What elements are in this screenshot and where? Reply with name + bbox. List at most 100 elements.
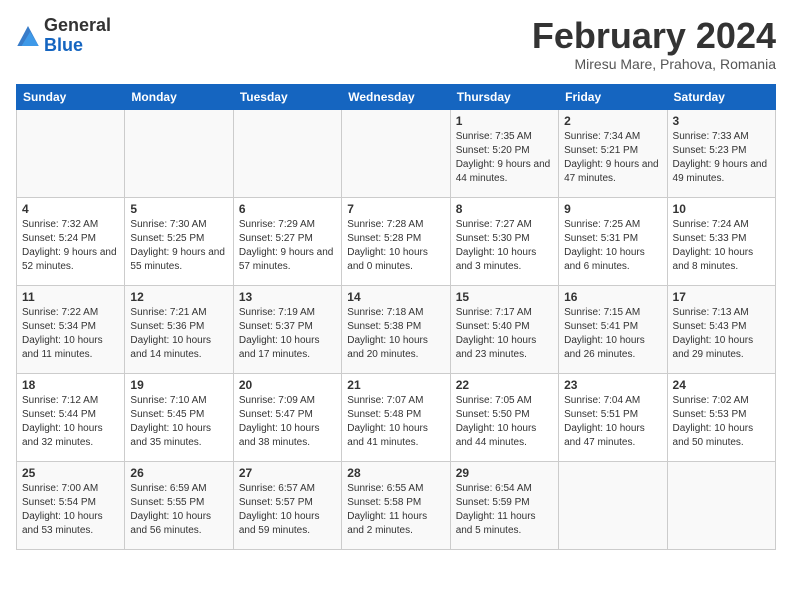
weekday-header-row: SundayMondayTuesdayWednesdayThursdayFrid… xyxy=(17,84,776,109)
day-info: Sunrise: 7:32 AMSunset: 5:24 PMDaylight:… xyxy=(22,218,119,274)
day-info: Sunrise: 6:57 AMSunset: 5:57 PMDaylight:… xyxy=(239,482,336,538)
day-info: Sunrise: 6:55 AMSunset: 5:58 PMDaylight:… xyxy=(347,482,444,538)
day-number: 16 xyxy=(564,290,661,304)
weekday-header-friday: Friday xyxy=(559,84,667,109)
calendar-cell: 24Sunrise: 7:02 AMSunset: 5:53 PMDayligh… xyxy=(667,373,775,461)
day-number: 3 xyxy=(673,114,770,128)
day-info: Sunrise: 7:09 AMSunset: 5:47 PMDaylight:… xyxy=(239,394,336,450)
calendar-cell: 9 Sunrise: 7:25 AMSunset: 5:31 PMDaylight… xyxy=(559,197,667,285)
day-info: Sunrise: 7:10 AMSunset: 5:45 PMDaylight:… xyxy=(130,394,227,450)
day-number: 19 xyxy=(130,378,227,392)
calendar-week-row: 1 Sunrise: 7:35 AMSunset: 5:20 PMDaylight… xyxy=(17,109,776,197)
calendar-cell: 2Sunrise: 7:34 AMSunset: 5:21 PMDaylight… xyxy=(559,109,667,197)
calendar-cell: 22Sunrise: 7:05 AMSunset: 5:50 PMDayligh… xyxy=(450,373,558,461)
calendar-week-row: 11Sunrise: 7:22 AMSunset: 5:34 PMDayligh… xyxy=(17,285,776,373)
day-number: 17 xyxy=(673,290,770,304)
calendar-cell: 25 Sunrise: 7:00 AMSunset: 5:54 PMDayligh… xyxy=(17,461,125,549)
day-number: 2 xyxy=(564,114,661,128)
title-block: February 2024 Miresu Mare, Prahova, Roma… xyxy=(532,16,776,72)
calendar-cell: 14 Sunrise: 7:18 AMSunset: 5:38 PMDayligh… xyxy=(342,285,450,373)
day-info: Sunrise: 7:33 AMSunset: 5:23 PMDaylight:… xyxy=(673,130,770,186)
day-number: 8 xyxy=(456,202,553,216)
day-info: Sunrise: 7:25 AMSunset: 5:31 PMDaylight:… xyxy=(564,218,661,274)
day-info: Sunrise: 7:12 AMSunset: 5:44 PMDaylight:… xyxy=(22,394,119,450)
weekday-header-thursday: Thursday xyxy=(450,84,558,109)
day-info: Sunrise: 7:07 AMSunset: 5:48 PMDaylight:… xyxy=(347,394,444,450)
calendar-week-row: 4 Sunrise: 7:32 AMSunset: 5:24 PMDaylight… xyxy=(17,197,776,285)
day-info: Sunrise: 7:05 AMSunset: 5:50 PMDaylight:… xyxy=(456,394,553,450)
day-info: Sunrise: 7:35 AMSunset: 5:20 PMDaylight:… xyxy=(456,130,553,186)
day-number: 25 xyxy=(22,466,119,480)
day-info: Sunrise: 6:54 AMSunset: 5:59 PMDaylight:… xyxy=(456,482,553,538)
day-info: Sunrise: 7:13 AMSunset: 5:43 PMDaylight:… xyxy=(673,306,770,362)
day-info: Sunrise: 7:18 AMSunset: 5:38 PMDaylight:… xyxy=(347,306,444,362)
day-info: Sunrise: 7:30 AMSunset: 5:25 PMDaylight:… xyxy=(130,218,227,274)
day-number: 10 xyxy=(673,202,770,216)
calendar-cell: 28 Sunrise: 6:55 AMSunset: 5:58 PMDayligh… xyxy=(342,461,450,549)
weekday-header-sunday: Sunday xyxy=(17,84,125,109)
day-number: 9 xyxy=(564,202,661,216)
calendar-cell: 27 Sunrise: 6:57 AMSunset: 5:57 PMDayligh… xyxy=(233,461,341,549)
day-number: 20 xyxy=(239,378,336,392)
calendar-week-row: 18Sunrise: 7:12 AMSunset: 5:44 PMDayligh… xyxy=(17,373,776,461)
day-number: 14 xyxy=(347,290,444,304)
day-info: Sunrise: 7:24 AMSunset: 5:33 PMDaylight:… xyxy=(673,218,770,274)
calendar-cell: 10 Sunrise: 7:24 AMSunset: 5:33 PMDayligh… xyxy=(667,197,775,285)
logo-general-text: General xyxy=(44,15,111,35)
weekday-header-tuesday: Tuesday xyxy=(233,84,341,109)
logo: General Blue xyxy=(16,16,111,56)
weekday-header-wednesday: Wednesday xyxy=(342,84,450,109)
day-number: 11 xyxy=(22,290,119,304)
calendar-cell: 5 Sunrise: 7:30 AMSunset: 5:25 PMDaylight… xyxy=(125,197,233,285)
calendar-cell: 21 Sunrise: 7:07 AMSunset: 5:48 PMDayligh… xyxy=(342,373,450,461)
logo-icon xyxy=(16,26,40,46)
day-info: Sunrise: 7:00 AMSunset: 5:54 PMDaylight:… xyxy=(22,482,119,538)
calendar-cell xyxy=(342,109,450,197)
calendar-cell: 11Sunrise: 7:22 AMSunset: 5:34 PMDayligh… xyxy=(17,285,125,373)
calendar-cell: 13 Sunrise: 7:19 AMSunset: 5:37 PMDayligh… xyxy=(233,285,341,373)
calendar-cell: 26 Sunrise: 6:59 AMSunset: 5:55 PMDayligh… xyxy=(125,461,233,549)
day-info: Sunrise: 7:29 AMSunset: 5:27 PMDaylight:… xyxy=(239,218,336,274)
calendar-cell: 18Sunrise: 7:12 AMSunset: 5:44 PMDayligh… xyxy=(17,373,125,461)
calendar-cell xyxy=(17,109,125,197)
calendar-week-row: 25 Sunrise: 7:00 AMSunset: 5:54 PMDayligh… xyxy=(17,461,776,549)
calendar-cell xyxy=(125,109,233,197)
day-number: 27 xyxy=(239,466,336,480)
day-number: 7 xyxy=(347,202,444,216)
day-number: 1 xyxy=(456,114,553,128)
calendar-cell: 4 Sunrise: 7:32 AMSunset: 5:24 PMDaylight… xyxy=(17,197,125,285)
page-header: General Blue February 2024 Miresu Mare, … xyxy=(16,16,776,72)
calendar-cell: 7 Sunrise: 7:28 AMSunset: 5:28 PMDaylight… xyxy=(342,197,450,285)
calendar-cell: 1 Sunrise: 7:35 AMSunset: 5:20 PMDaylight… xyxy=(450,109,558,197)
day-number: 12 xyxy=(130,290,227,304)
day-number: 5 xyxy=(130,202,227,216)
day-info: Sunrise: 7:17 AMSunset: 5:40 PMDaylight:… xyxy=(456,306,553,362)
day-info: Sunrise: 7:27 AMSunset: 5:30 PMDaylight:… xyxy=(456,218,553,274)
calendar-cell: 29 Sunrise: 6:54 AMSunset: 5:59 PMDayligh… xyxy=(450,461,558,549)
day-number: 28 xyxy=(347,466,444,480)
calendar-cell xyxy=(559,461,667,549)
weekday-header-monday: Monday xyxy=(125,84,233,109)
day-number: 21 xyxy=(347,378,444,392)
day-number: 4 xyxy=(22,202,119,216)
day-info: Sunrise: 7:02 AMSunset: 5:53 PMDaylight:… xyxy=(673,394,770,450)
day-number: 26 xyxy=(130,466,227,480)
day-number: 13 xyxy=(239,290,336,304)
location-text: Miresu Mare, Prahova, Romania xyxy=(532,56,776,72)
day-info: Sunrise: 7:21 AMSunset: 5:36 PMDaylight:… xyxy=(130,306,227,362)
day-info: Sunrise: 7:15 AMSunset: 5:41 PMDaylight:… xyxy=(564,306,661,362)
day-info: Sunrise: 7:28 AMSunset: 5:28 PMDaylight:… xyxy=(347,218,444,274)
calendar-cell: 6 Sunrise: 7:29 AMSunset: 5:27 PMDaylight… xyxy=(233,197,341,285)
calendar-cell: 19 Sunrise: 7:10 AMSunset: 5:45 PMDayligh… xyxy=(125,373,233,461)
day-info: Sunrise: 6:59 AMSunset: 5:55 PMDaylight:… xyxy=(130,482,227,538)
day-number: 6 xyxy=(239,202,336,216)
day-number: 23 xyxy=(564,378,661,392)
calendar-cell: 12 Sunrise: 7:21 AMSunset: 5:36 PMDayligh… xyxy=(125,285,233,373)
logo-blue-text: Blue xyxy=(44,35,83,55)
day-number: 29 xyxy=(456,466,553,480)
calendar-table: SundayMondayTuesdayWednesdayThursdayFrid… xyxy=(16,84,776,550)
day-info: Sunrise: 7:19 AMSunset: 5:37 PMDaylight:… xyxy=(239,306,336,362)
calendar-cell: 3 Sunrise: 7:33 AMSunset: 5:23 PMDaylight… xyxy=(667,109,775,197)
calendar-cell: 16 Sunrise: 7:15 AMSunset: 5:41 PMDayligh… xyxy=(559,285,667,373)
weekday-header-saturday: Saturday xyxy=(667,84,775,109)
